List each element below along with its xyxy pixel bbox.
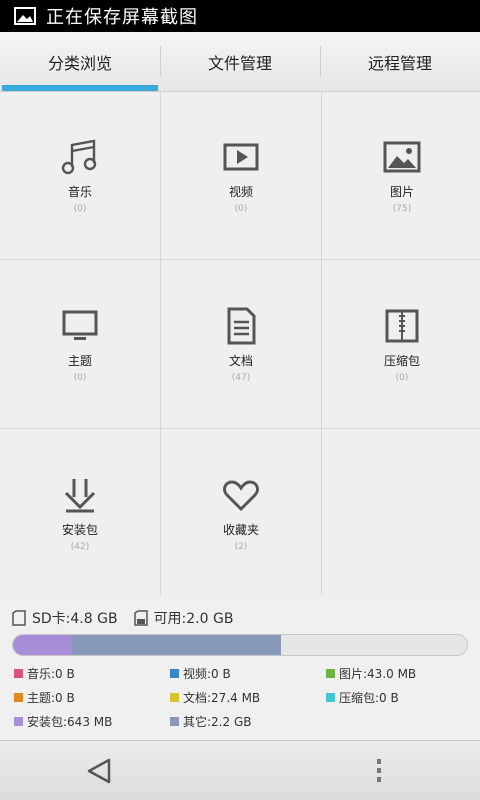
picture-icon [383,141,421,173]
legend-item: 图片:43.0 MB [326,664,474,682]
legend-label: 音乐:0 B [27,666,75,681]
storage-legend: 音乐:0 B 视频:0 B 图片:43.0 MB 主题:0 B 文档:27.4 MB 压缩… [14,664,474,730]
storage-bar-segment [13,635,73,655]
category-theme[interactable]: 主题 (0) [0,260,160,428]
category-video[interactable]: 视频 (0) [161,92,321,259]
empty-cell [322,429,480,597]
category-label: 收藏夹 [222,522,259,537]
storage-info: SD卡:4.8 GB 可用:2.0 GB [12,608,233,628]
category-label: 压缩包 [383,353,420,368]
available-size: 可用:2.0 GB [153,611,234,627]
legend-swatch [170,716,179,726]
storage-usage-bar [12,634,468,656]
category-music[interactable]: 音乐 (0) [0,92,160,259]
legend-label: 视频:0 B [183,666,231,681]
category-count: (0) [73,204,87,214]
install-icon [64,478,96,512]
theme-icon [62,310,98,340]
navigation-bar [0,740,480,800]
category-document[interactable]: 文档 (47) [161,260,321,428]
overflow-menu-icon[interactable] [374,757,384,785]
category-label: 安装包 [61,522,98,537]
legend-label: 压缩包:0 B [339,690,399,705]
category-label: 音乐 [67,185,92,199]
legend-swatch [14,716,23,726]
tab-remote-manager[interactable]: 远程管理 [320,32,480,91]
legend-swatch [326,668,335,678]
category-label: 文档 [228,353,253,368]
legend-label: 文档:27.4 MB [183,690,261,705]
category-label: 图片 [389,185,414,199]
legend-swatch [170,668,179,678]
category-count: (0) [73,372,87,383]
legend-swatch [326,692,335,702]
category-count: (2) [234,541,248,552]
category-count: (0) [234,204,248,214]
legend-item: 安装包:643 MB [14,712,170,730]
legend-label: 安装包:643 MB [27,714,113,729]
storage-panel: SD卡:4.8 GB 可用:2.0 GB 音乐:0 B 视频:0 B 图片:43.0… [0,596,480,740]
legend-item: 主题:0 B [14,688,170,706]
legend-label: 其它:2.2 GB [183,714,252,729]
storage-bar-segment [72,635,281,655]
music-icon [61,139,97,175]
sd-card-icon [12,610,26,626]
available-storage-icon [133,610,148,626]
category-archive[interactable]: 压缩包 (0) [322,260,480,428]
image-icon [14,7,36,25]
legend-item: 文档:27.4 MB [170,688,326,706]
legend-swatch [14,692,23,702]
legend-item: 音乐:0 B [14,664,170,682]
category-picture[interactable]: 图片 (75) [322,92,480,259]
legend-item: 压缩包:0 B [326,688,474,706]
video-icon [223,143,259,171]
legend-label: 图片:43.0 MB [339,666,417,681]
legend-swatch [170,692,179,702]
favorites-icon [223,479,259,511]
back-triangle-icon[interactable] [86,757,112,785]
category-count: (75) [392,204,412,214]
legend-item: 其它:2.2 GB [170,712,326,730]
archive-icon [385,309,419,342]
document-icon [227,307,256,344]
legend-item: 视频:0 B [170,664,326,682]
legend-label: 主题:0 B [27,690,75,705]
tab-file-manager[interactable]: 文件管理 [160,32,320,91]
tab-bar: 分类浏览 文件管理 远程管理 [0,32,480,92]
status-text: 正在保存屏幕截图 [46,7,198,28]
category-count: (42) [70,541,90,552]
category-label: 主题 [67,353,92,368]
sd-card-size: SD卡:4.8 GB [32,611,118,627]
category-label: 视频 [228,185,253,199]
status-bar: 正在保存屏幕截图 [0,0,480,32]
category-count: (0) [395,372,409,383]
category-count: (47) [231,372,251,383]
category-grid: 音乐 (0) 视频 (0) 图片 (75) 主题 (0) 文档 (47) 压缩包… [0,92,480,597]
category-favorites[interactable]: 收藏夹 (2) [161,429,321,597]
category-install-package[interactable]: 安装包 (42) [0,429,160,597]
tab-category-browse[interactable]: 分类浏览 [0,32,160,91]
legend-swatch [14,668,23,678]
